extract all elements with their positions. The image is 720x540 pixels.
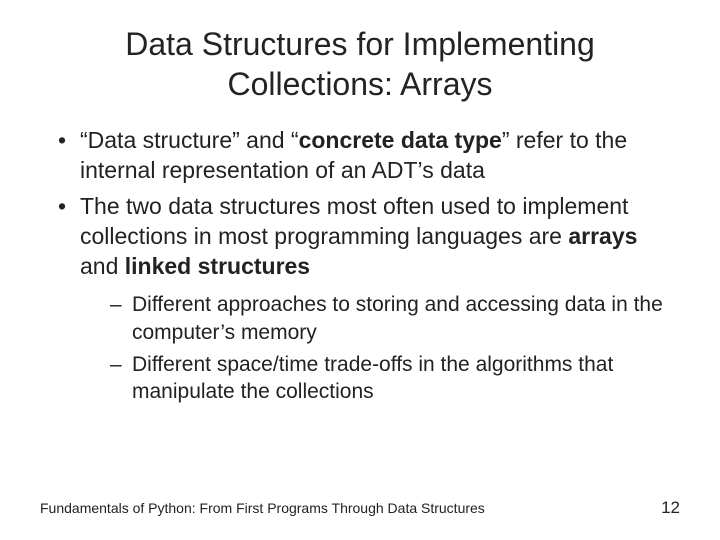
bullet-2-text-pre: The two data structures most often used … <box>80 193 628 249</box>
bullet-2-bold-2: linked structures <box>125 253 310 279</box>
sub-bullet-1: Different approaches to storing and acce… <box>110 291 680 346</box>
bullet-1-bold: concrete data type <box>299 127 502 153</box>
bullet-2-text-mid: and <box>80 253 125 279</box>
bullet-list: “Data structure” and “concrete data type… <box>58 126 680 406</box>
footer-source: Fundamentals of Python: From First Progr… <box>40 500 485 516</box>
sub-bullet-list: Different approaches to storing and acce… <box>110 291 680 405</box>
bullet-2-bold-1: arrays <box>568 223 637 249</box>
bullet-1-text-pre: “Data structure” and “ <box>80 127 299 153</box>
bullet-2: The two data structures most often used … <box>58 192 680 406</box>
slide-title: Data Structures for Implementing Collect… <box>40 24 680 104</box>
sub-bullet-2: Different space/time trade-offs in the a… <box>110 351 680 406</box>
slide-footer: Fundamentals of Python: From First Progr… <box>40 498 680 518</box>
bullet-1: “Data structure” and “concrete data type… <box>58 126 680 186</box>
slide: Data Structures for Implementing Collect… <box>0 0 720 540</box>
page-number: 12 <box>661 498 680 518</box>
